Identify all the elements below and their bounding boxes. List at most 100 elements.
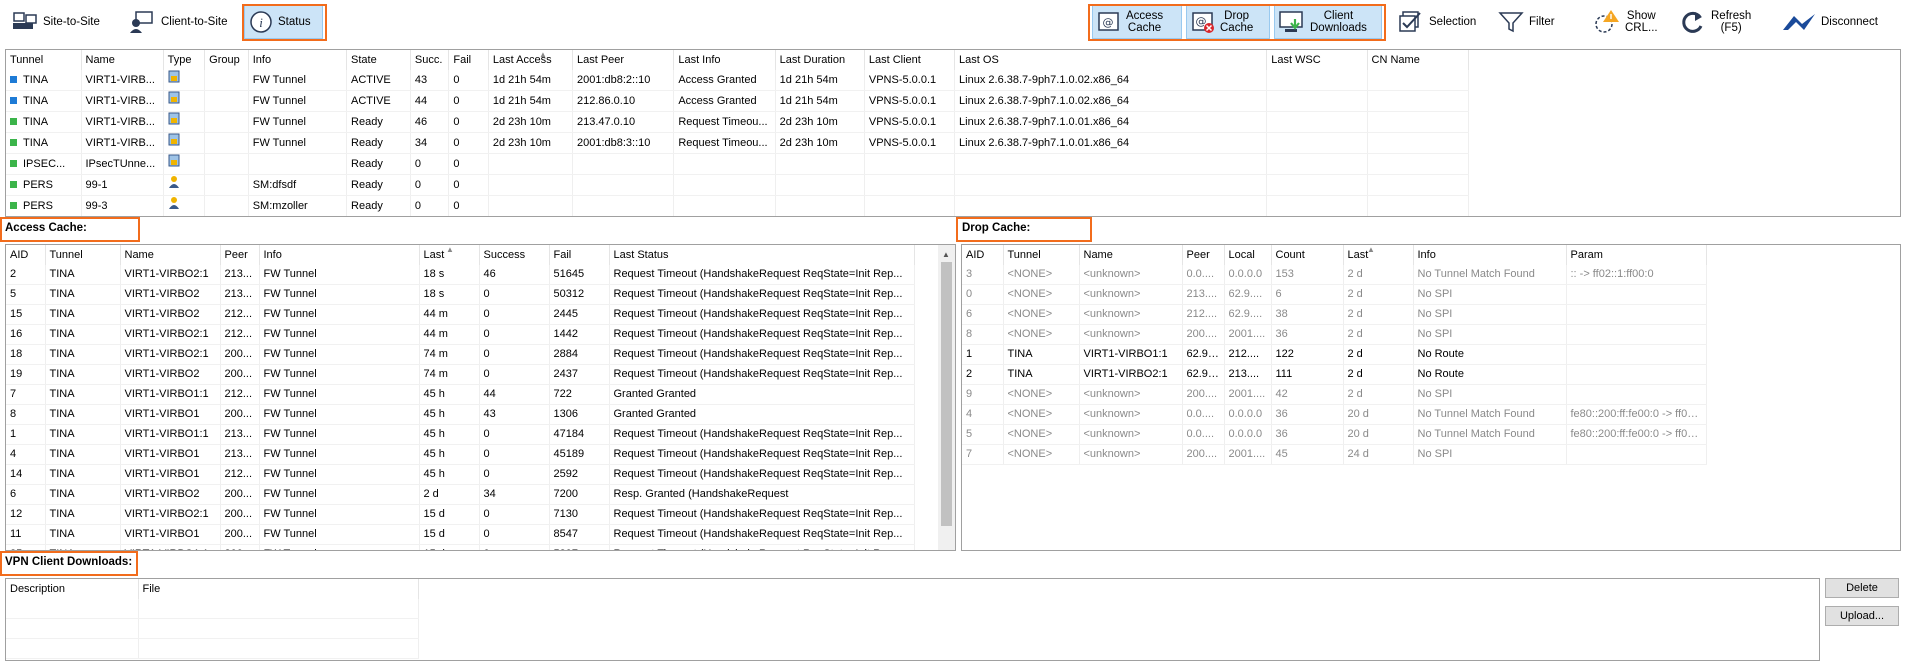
drop-cache-header-tunnel[interactable]: Tunnel	[1003, 245, 1080, 265]
tunnels-header-succ[interactable]: Succ.	[410, 50, 450, 70]
table-row[interactable]: 2 TINA VIRT1-VIRBO2:1 62.9.... 213.... 111 2 d…	[962, 364, 1707, 385]
cell: 0	[479, 424, 550, 445]
scroll-up-icon[interactable]: ▲	[942, 250, 950, 259]
cell-state: Ready	[346, 111, 411, 133]
table-row[interactable]: IPSEC... IPsecTUnne... Ready 0 0	[6, 153, 1470, 175]
table-row[interactable]: 18 TINA VIRT1-VIRBO2:1 200... FW Tunnel 74 m0…	[6, 344, 915, 365]
tunnels-header-tunnel[interactable]: Tunnel	[6, 50, 82, 70]
tunnels-header-state[interactable]: State	[346, 50, 411, 70]
table-row[interactable]: 6 <NONE> <unknown> 212.... 62.9.... 38 2 d No S…	[962, 304, 1707, 325]
tunnels-header-last-peer[interactable]: Last Peer	[572, 50, 675, 70]
tunnels-header-name[interactable]: Name	[81, 50, 164, 70]
cell: 42	[1271, 384, 1344, 405]
cell: VIRT1-VIRBO1	[120, 444, 221, 465]
cell-state: Ready	[346, 174, 411, 196]
table-row[interactable]: TINA VIRT1-VIRB... FW Tunnel Ready 34 0 2d 23h…	[6, 132, 1470, 154]
drop-cache-header-local[interactable]: Local	[1224, 245, 1272, 265]
tunnels-header-fail[interactable]: Fail	[448, 50, 489, 70]
cell-last-duration: 2d 23h 10m	[775, 132, 865, 154]
access-cache-header-aid[interactable]: AID	[6, 245, 46, 265]
status-ready-icon	[10, 160, 17, 168]
cell: 200...	[220, 404, 260, 425]
table-row[interactable]: 19 TINA VIRT1-VIRBO2 200... FW Tunnel 74 m 0 24…	[6, 364, 915, 385]
cell-type	[163, 70, 206, 91]
vpn-downloads-header-file[interactable]: File	[138, 579, 419, 599]
cell-last-info: Request Timeou...	[673, 132, 776, 154]
table-row[interactable]: 4 <NONE> <unknown> 0.0.... 0.0.0.0 36 20 d No T…	[962, 404, 1707, 425]
table-row[interactable]: 16 TINA VIRT1-VIRBO2:1 212... FW Tunnel 44 m0…	[6, 324, 915, 345]
vpn-downloads-header-description[interactable]: Description	[6, 579, 139, 599]
selection-button[interactable]: Selection	[1394, 5, 1478, 39]
delete-button[interactable]: Delete	[1825, 578, 1899, 598]
site-to-site-button[interactable]: Site-to-Site	[8, 5, 104, 39]
access-cache-header-peer[interactable]: Peer	[220, 245, 260, 265]
access-cache-header-last-status[interactable]: Last Status	[609, 245, 915, 265]
drop-cache-header-name[interactable]: Name	[1079, 245, 1183, 265]
cell: 34	[479, 484, 550, 505]
table-row[interactable]: 7 TINA VIRT1-VIRBO1:1 212... FW Tunnel 45 h 44…	[6, 384, 915, 405]
vpn-downloads-title-highlight	[0, 551, 138, 576]
table-row[interactable]: PERS 99-3 SM:mzoller Ready 0 0	[6, 195, 1470, 216]
table-row[interactable]: 25TINAVIRT1-VIRBO1:1200...FW Tunnel15 d0…	[6, 544, 915, 550]
drop-cache-header-param[interactable]: Param	[1566, 245, 1707, 265]
table-row[interactable]: 2 TINA VIRT1-VIRBO2:1 213... FW Tunnel 18 s 46…	[6, 265, 915, 285]
table-row[interactable]: 8 <NONE> <unknown> 200.... 2001.... 36 2 d No S…	[962, 324, 1707, 345]
table-row[interactable]: 3 <NONE> <unknown> 0.0.... 0.0.0.0 153 2 d No T…	[962, 265, 1707, 285]
table-row[interactable]: TINA VIRT1-VIRB... FW Tunnel ACTIVE 44 0 1d 21…	[6, 90, 1470, 112]
filter-button[interactable]: Filter	[1494, 5, 1558, 39]
scrollbar-thumb[interactable]	[941, 262, 952, 526]
drop-cache-header-last[interactable]: Last	[1343, 245, 1414, 265]
cell: <NONE>	[1003, 424, 1080, 445]
tunnels-header-group[interactable]: Group	[204, 50, 249, 70]
cell: VIRT1-VIRBO2	[120, 284, 221, 305]
table-row[interactable]: 9 <NONE> <unknown> 200.... 2001.... 42 2 d No S…	[962, 384, 1707, 405]
table-row[interactable]: TINA VIRT1-VIRB... FW Tunnel ACTIVE 43 0 1d 21…	[6, 70, 1470, 91]
tunnels-header-last-info[interactable]: Last Info	[673, 50, 776, 70]
cell: 20 d	[1343, 424, 1414, 445]
show-crl-button[interactable]: Show CRL...	[1588, 5, 1662, 39]
table-row[interactable]: TINA VIRT1-VIRB... FW Tunnel Ready 46 0 2d 23h…	[6, 111, 1470, 133]
table-row[interactable]: 11 TINA VIRT1-VIRBO1 200... FW Tunnel 15 d 0 85…	[6, 524, 915, 545]
cell: 0	[479, 444, 550, 465]
disconnect-button[interactable]: Disconnect	[1778, 5, 1886, 39]
tunnels-header-last-client[interactable]: Last Client	[864, 50, 956, 70]
cell: 0	[479, 504, 550, 525]
access-cache-scrollbar[interactable]: ▲	[938, 245, 955, 550]
tunnels-header-type[interactable]: Type	[163, 50, 206, 70]
cell: 38	[1271, 304, 1344, 325]
table-row[interactable]: 4 TINA VIRT1-VIRBO1 213... FW Tunnel 45 h 0 451…	[6, 444, 915, 465]
table-row[interactable]: 7 <NONE> <unknown> 200.... 2001.... 45 24 d No …	[962, 444, 1707, 465]
table-row[interactable]: 6 TINA VIRT1-VIRBO2 200... FW Tunnel 2 d 34 720…	[6, 484, 915, 505]
table-row[interactable]: 14 TINA VIRT1-VIRBO1 212... FW Tunnel 45 h 0 25…	[6, 464, 915, 485]
tunnels-header-info[interactable]: Info	[248, 50, 348, 70]
tunnels-header-last-os[interactable]: Last OS	[954, 50, 1268, 70]
table-row[interactable]: PERS 99-1 SM:dfsdf Ready 0 0	[6, 174, 1470, 196]
table-row[interactable]: 1 TINA VIRT1-VIRBO1:1 213... FW Tunnel 45 h04…	[6, 424, 915, 445]
tunnels-header-last-wsc[interactable]: Last WSC	[1266, 50, 1368, 70]
access-cache-header-fail[interactable]: Fail	[549, 245, 610, 265]
drop-cache-header-count[interactable]: Count	[1271, 245, 1344, 265]
tunnels-header-cn-name[interactable]: CN Name	[1367, 50, 1470, 70]
cell: 2 d	[1343, 324, 1414, 345]
table-row[interactable]: 5 <NONE> <unknown> 0.0.... 0.0.0.0 36 20 d No T…	[962, 424, 1707, 445]
table-row[interactable]: 5 TINA VIRT1-VIRBO2 213... FW Tunnel 18 s 0 503…	[6, 284, 915, 305]
tunnels-header-last-duration[interactable]: Last Duration	[775, 50, 865, 70]
table-row[interactable]: 8 TINA VIRT1-VIRBO1 200... FW Tunnel 45 h 43 13…	[6, 404, 915, 425]
drop-cache-header-peer[interactable]: Peer	[1182, 245, 1225, 265]
show-crl-label: Show CRL...	[1625, 10, 1658, 34]
table-row[interactable]: 0 <NONE> <unknown> 213.... 62.9.... 6 2 d No SP…	[962, 284, 1707, 305]
drop-cache-header-info[interactable]: Info	[1413, 245, 1567, 265]
access-cache-header-tunnel[interactable]: Tunnel	[45, 245, 121, 265]
drop-cache-header-aid[interactable]: AID	[962, 245, 1004, 265]
access-cache-header-success[interactable]: Success	[479, 245, 550, 265]
tunnels-header-last-access[interactable]: Last Access	[488, 50, 573, 70]
access-cache-header-info[interactable]: Info	[259, 245, 420, 265]
table-row[interactable]: 12 TINA VIRT1-VIRBO2:1 200... FW Tunnel 15 d0…	[6, 504, 915, 525]
access-cache-header-name[interactable]: Name	[120, 245, 221, 265]
table-row[interactable]: 1 TINA VIRT1-VIRBO1:1 62.9.... 212.... 122 2 d…	[962, 344, 1707, 365]
cell: FW Tunnel	[259, 424, 420, 445]
client-to-site-button[interactable]: Client-to-Site	[126, 5, 236, 39]
table-row[interactable]: 15 TINA VIRT1-VIRBO2 212... FW Tunnel 44 m 0 24…	[6, 304, 915, 325]
refresh-button[interactable]: Refresh (F5)	[1676, 5, 1754, 39]
upload-button[interactable]: Upload...	[1825, 606, 1899, 626]
